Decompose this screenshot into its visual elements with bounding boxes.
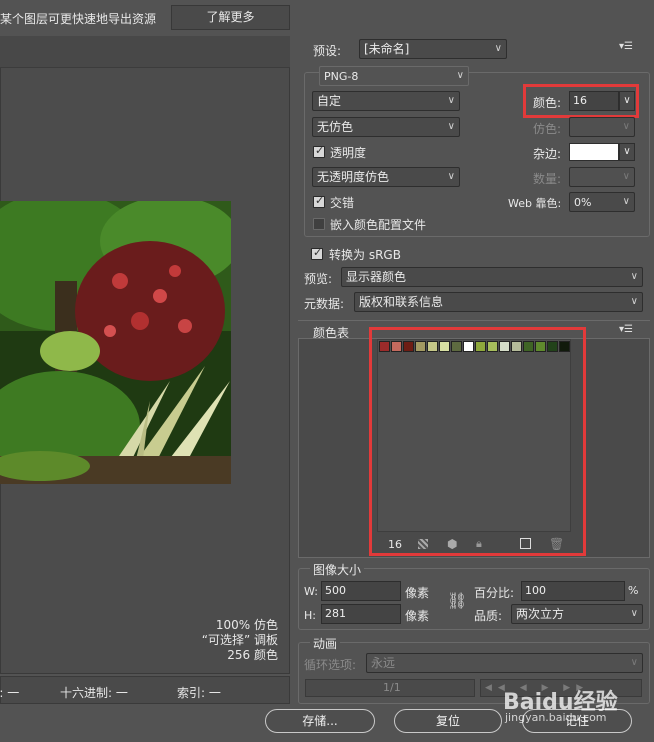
convert-srgb-checkbox[interactable]	[311, 246, 323, 260]
metadata-label: 元数据:	[304, 297, 345, 311]
footer-index: 索引: 一	[177, 686, 221, 700]
web-snap-dropdown[interactable]: 0% ∨	[569, 192, 635, 212]
preset-menu-icon[interactable]: ▾☰	[619, 41, 633, 52]
height-input[interactable]: 281	[321, 604, 401, 624]
amount-label: 数量:	[533, 172, 562, 186]
matte-dropdown-arrow[interactable]: ∨	[619, 143, 635, 161]
matte-label: 杂边:	[533, 147, 562, 161]
preset-label: 预设:	[313, 44, 342, 58]
preview-dropdown[interactable]: 显示器颜色 ∨	[341, 267, 643, 287]
quality-label: 品质:	[474, 609, 503, 623]
animation-title: 动画	[310, 635, 341, 652]
convert-srgb-label: 转换为 sRGB	[329, 248, 401, 262]
loop-label: 循环选项:	[304, 658, 357, 672]
colors-highlight	[523, 84, 639, 118]
preview-footer	[0, 676, 290, 704]
dither-dropdown[interactable]: 无仿色 ∨	[312, 117, 460, 137]
matte-swatch[interactable]	[569, 143, 619, 161]
color-reduction-dropdown[interactable]: 自定 ∨	[312, 91, 460, 111]
color-table-separator	[298, 320, 650, 321]
color-table-menu-icon[interactable]: ▾☰	[619, 324, 633, 335]
width-unit: 像素	[405, 586, 430, 600]
preview-label: 预览:	[304, 272, 333, 286]
preview-image[interactable]	[0, 201, 231, 484]
format-dropdown[interactable]: PNG-8 ∨	[319, 66, 469, 86]
image-size-title: 图像大小	[310, 561, 365, 578]
status-colors: 256 颜色	[227, 648, 278, 662]
width-label: W:	[304, 585, 318, 598]
percent-label: 百分比:	[474, 586, 515, 600]
transparency-checkbox[interactable]	[313, 144, 325, 158]
transparency-label: 透明度	[330, 146, 367, 160]
preset-dropdown[interactable]: [未命名] ∨	[359, 39, 507, 59]
preview-tab-strip	[0, 36, 290, 68]
reset-button[interactable]: 复位	[394, 709, 502, 733]
top-hint-text: 某个图层可更快速地导出资源	[0, 12, 157, 26]
interlaced-label: 交错	[330, 196, 355, 210]
transparency-dither-dropdown[interactable]: 无透明度仿色 ∨	[312, 167, 460, 187]
save-button[interactable]: 存储...	[265, 709, 375, 733]
embed-profile-checkbox[interactable]	[313, 218, 325, 230]
height-label: H:	[304, 609, 316, 622]
watermark-url: jingyan.baidu.com	[505, 711, 607, 724]
metadata-dropdown[interactable]: 版权和联系信息 ∨	[354, 292, 643, 312]
color-table-highlight	[369, 327, 586, 556]
dither-label: 仿色:	[533, 122, 562, 136]
embed-profile-label: 嵌入颜色配置文件	[330, 218, 427, 232]
width-input[interactable]: 500	[321, 581, 401, 601]
link-dimensions-icon[interactable]: ⛓	[447, 591, 467, 610]
amount-dropdown[interactable]: ∨	[569, 167, 635, 187]
height-unit: 像素	[405, 609, 430, 623]
dither-amount-dropdown[interactable]: ∨	[569, 117, 635, 137]
interlaced-checkbox[interactable]	[313, 194, 325, 208]
percent-input[interactable]: 100	[521, 581, 625, 601]
footer-alpha: a: 一	[0, 686, 20, 700]
quality-dropdown[interactable]: 两次立方 ∨	[511, 604, 643, 624]
web-snap-label: Web 靠色:	[508, 197, 562, 210]
footer-hex: 十六进制: 一	[60, 686, 128, 700]
percent-unit: %	[628, 584, 639, 597]
learn-more-button[interactable]: 了解更多	[171, 5, 290, 30]
loop-dropdown[interactable]: 永远 ∨	[366, 653, 643, 673]
frame-counter: 1/1	[383, 681, 401, 694]
